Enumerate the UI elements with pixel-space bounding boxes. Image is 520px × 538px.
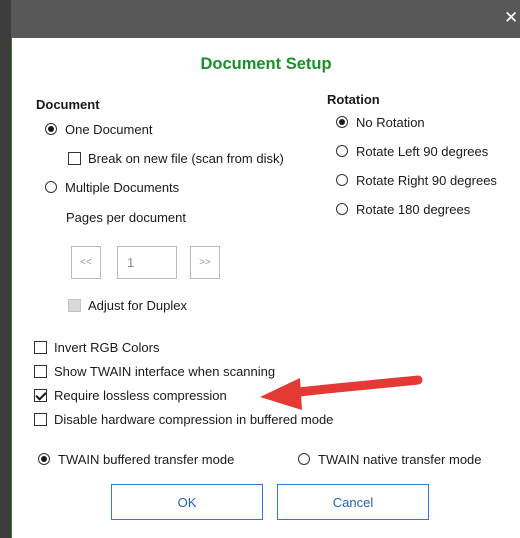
invert-rgb-checkbox[interactable]: Invert RGB Colors	[34, 337, 159, 357]
radio-unselected-icon	[336, 203, 348, 215]
one-document-radio[interactable]: One Document	[45, 119, 152, 139]
show-twain-interface-label: Show TWAIN interface when scanning	[54, 363, 276, 379]
checkbox-unchecked-icon	[34, 340, 47, 354]
title-bar[interactable]: ✕	[11, 0, 520, 38]
no-rotation-radio[interactable]: No Rotation	[336, 112, 425, 132]
multiple-documents-radio[interactable]: Multiple Documents	[45, 177, 179, 197]
show-twain-interface-checkbox[interactable]: Show TWAIN interface when scanning	[34, 361, 275, 381]
radio-unselected-icon	[45, 181, 57, 193]
radio-unselected-icon	[298, 453, 310, 465]
checkbox-disabled-icon	[68, 298, 81, 312]
ok-button[interactable]: OK	[111, 484, 263, 520]
invert-rgb-label: Invert RGB Colors	[54, 339, 160, 355]
radio-unselected-icon	[336, 145, 348, 157]
adjust-for-duplex-checkbox[interactable]: Adjust for Duplex	[68, 295, 187, 315]
rotate-180-radio[interactable]: Rotate 180 degrees	[336, 199, 470, 219]
checkbox-unchecked-icon	[68, 151, 81, 165]
require-lossless-label: Require lossless compression	[54, 387, 227, 403]
disable-hw-compression-label: Disable hardware compression in buffered…	[54, 411, 334, 427]
pages-per-document-label: Pages per document	[66, 210, 186, 225]
dialog-title: Document Setup	[200, 55, 332, 73]
checkbox-unchecked-icon	[34, 364, 47, 378]
rotate-right-label: Rotate Right 90 degrees	[356, 172, 497, 188]
rotate-180-label: Rotate 180 degrees	[356, 201, 471, 217]
pages-decrement-button[interactable]: <<	[71, 246, 101, 279]
window-frame-edge	[11, 38, 12, 538]
checkbox-unchecked-icon	[34, 412, 47, 426]
checkbox-checked-icon	[34, 388, 47, 402]
cancel-button[interactable]: Cancel	[277, 484, 429, 520]
disable-hw-compression-checkbox[interactable]: Disable hardware compression in buffered…	[34, 409, 333, 429]
one-document-label: One Document	[65, 121, 153, 137]
radio-selected-icon	[38, 453, 50, 465]
document-heading: Document	[36, 97, 100, 112]
require-lossless-checkbox[interactable]: Require lossless compression	[34, 385, 227, 405]
no-rotation-label: No Rotation	[356, 114, 425, 130]
radio-unselected-icon	[336, 174, 348, 186]
radio-selected-icon	[336, 116, 348, 128]
rotation-heading: Rotation	[327, 92, 380, 107]
rotate-left-radio[interactable]: Rotate Left 90 degrees	[336, 141, 488, 161]
adjust-for-duplex-label: Adjust for Duplex	[88, 297, 187, 313]
twain-native-radio[interactable]: TWAIN native transfer mode	[298, 449, 482, 469]
twain-buffered-radio[interactable]: TWAIN buffered transfer mode	[38, 449, 234, 469]
twain-native-label: TWAIN native transfer mode	[318, 451, 482, 467]
close-icon[interactable]: ✕	[504, 8, 520, 28]
pages-per-document-input[interactable]: 1	[117, 246, 177, 279]
break-on-new-file-label: Break on new file (scan from disk)	[88, 150, 284, 166]
rotate-left-label: Rotate Left 90 degrees	[356, 143, 489, 159]
twain-buffered-label: TWAIN buffered transfer mode	[58, 451, 235, 467]
rotate-right-radio[interactable]: Rotate Right 90 degrees	[336, 170, 497, 190]
multiple-documents-label: Multiple Documents	[65, 179, 180, 195]
pages-increment-button[interactable]: >>	[190, 246, 220, 279]
radio-selected-icon	[45, 123, 57, 135]
window-frame-left	[0, 0, 11, 538]
break-on-new-file-checkbox[interactable]: Break on new file (scan from disk)	[68, 148, 284, 168]
